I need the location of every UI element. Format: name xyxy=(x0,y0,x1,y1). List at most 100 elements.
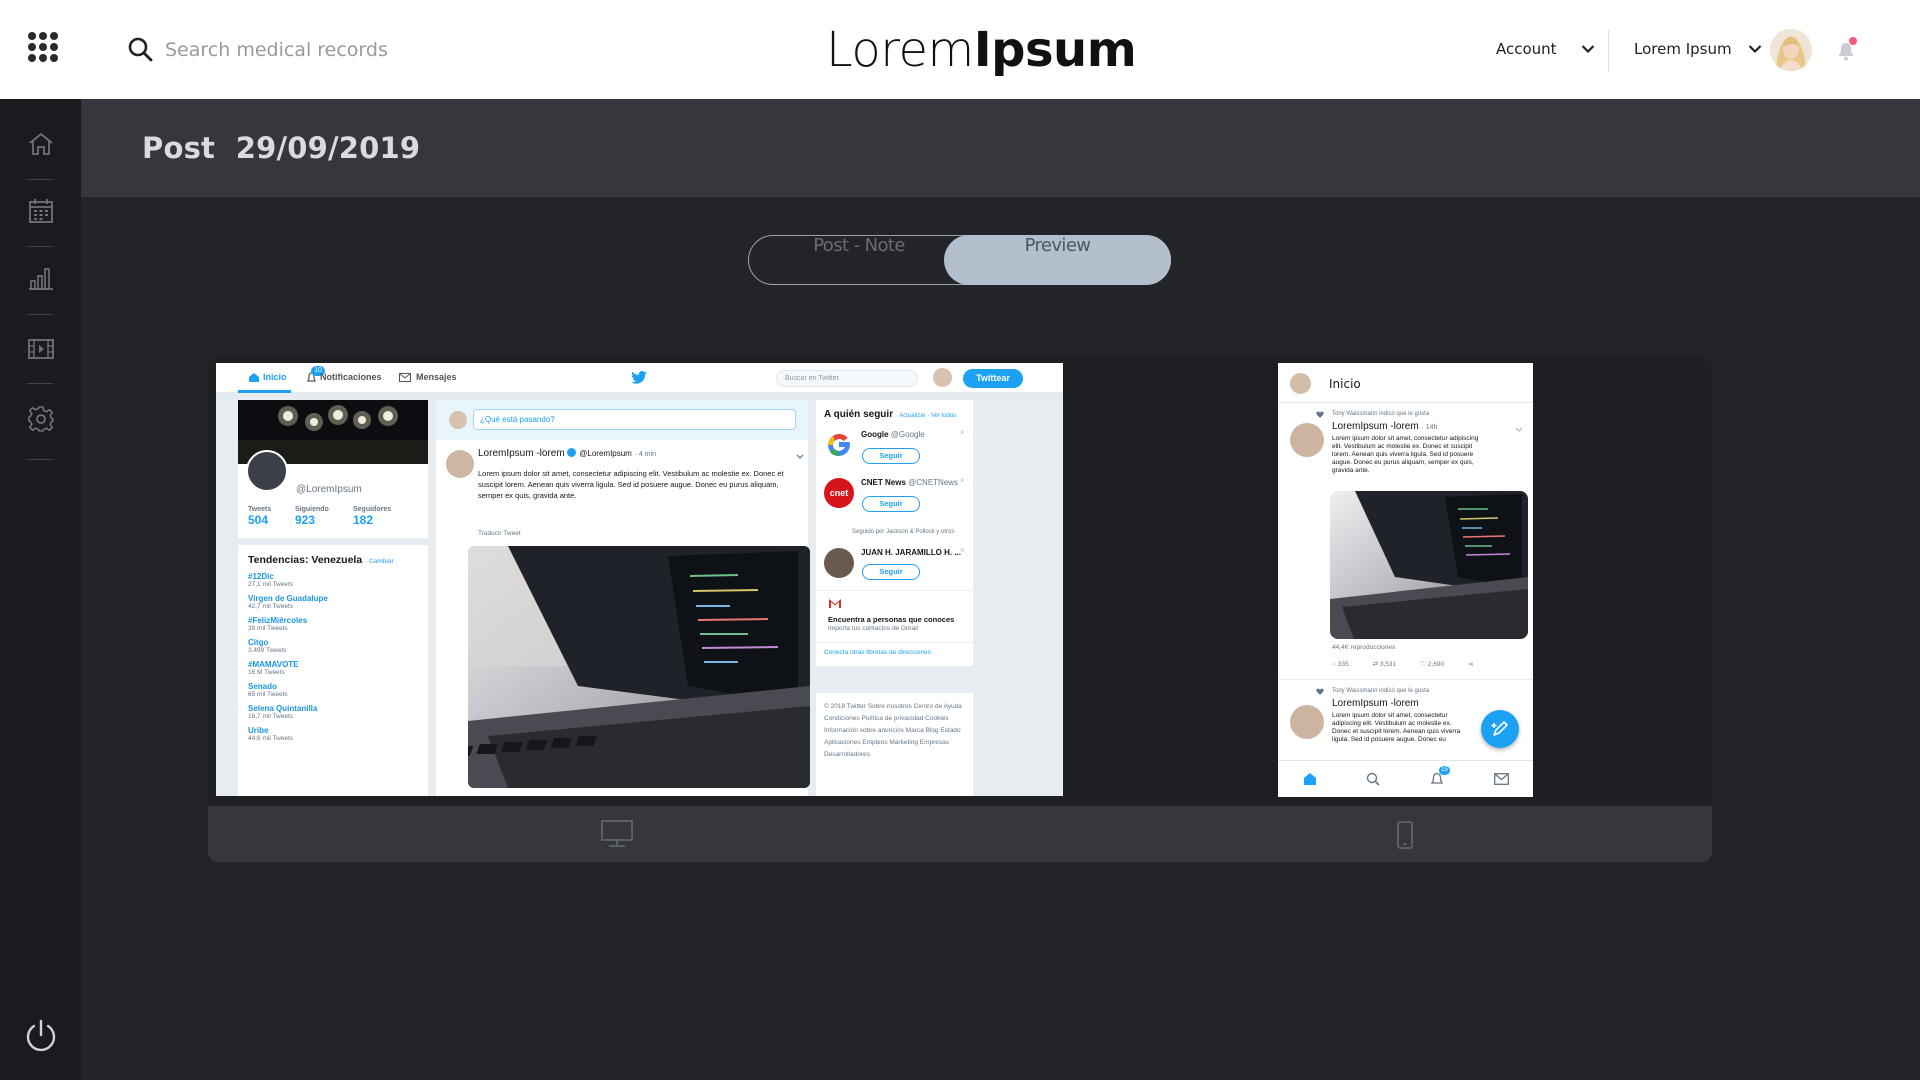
share-icon[interactable]: ⋖ xyxy=(1468,660,1473,668)
side-nav xyxy=(0,99,81,1080)
trend-item[interactable]: #12Dic 27,1 mil Tweets xyxy=(248,572,418,588)
compose-fab[interactable] xyxy=(1481,710,1519,748)
tw-compose-input[interactable]: ¿Qué está pasando? xyxy=(473,409,796,430)
tweet-author-avatar[interactable] xyxy=(1290,423,1324,457)
post-note-tab[interactable]: Post - Note xyxy=(749,235,969,285)
trend-item[interactable]: Selena Quintanilla 16,7 mil Tweets xyxy=(248,704,418,720)
trend-item[interactable]: Uribe 44,6 mil Tweets xyxy=(248,726,418,742)
trend-tag: #12Dic xyxy=(248,572,274,581)
trend-item[interactable]: #MAMAVOTE 16 M Tweets xyxy=(248,660,418,676)
desktop-icon[interactable] xyxy=(600,819,634,854)
tw-stat-followers[interactable]: Seguidores 182 xyxy=(353,506,391,527)
tweet-author-avatar[interactable] xyxy=(1290,705,1324,739)
connect-address-books-link[interactable]: Conecta otras libretas de direcciones xyxy=(824,649,931,656)
tw-home-underline xyxy=(238,390,291,393)
trend-item[interactable]: Senado 65 mil Tweets xyxy=(248,682,418,698)
user-dropdown[interactable]: Lorem Ipsum xyxy=(1634,40,1762,58)
follow-button[interactable]: Seguir xyxy=(862,448,920,464)
dismiss-icon[interactable]: × xyxy=(960,476,965,485)
app-logo[interactable]: LoremIpsum xyxy=(826,18,1137,81)
liked-by-text: Tony Waissmann indicó que le gusta xyxy=(1332,688,1430,694)
film-icon[interactable] xyxy=(26,334,56,364)
suggestion-name[interactable]: JUAN H. JARAMILLO H. ... xyxy=(861,548,961,557)
like-action[interactable]: ♡ 2,690 xyxy=(1420,660,1444,668)
home-icon[interactable] xyxy=(1303,772,1317,786)
nav-divider xyxy=(27,314,53,315)
tw-notifications-link[interactable]: Notificaciones xyxy=(320,372,382,382)
home-icon[interactable] xyxy=(26,129,56,159)
apps-grid-icon[interactable] xyxy=(28,32,58,62)
preview-tab[interactable]: Preview xyxy=(944,235,1171,285)
heart-icon xyxy=(1316,688,1324,695)
find-people-sub: Importa tus contactos de Gmail xyxy=(828,625,918,632)
tw-stat-following[interactable]: Siguiendo 923 xyxy=(295,506,329,527)
power-icon[interactable] xyxy=(24,1018,58,1059)
chevron-down-icon xyxy=(1581,45,1594,54)
nav-divider xyxy=(27,246,53,247)
views-count: 44,4K reproducciones xyxy=(1332,644,1396,651)
translate-tweet-link[interactable]: Traducir Tweet xyxy=(478,530,521,537)
notification-dot xyxy=(1849,37,1857,45)
tw-profile-handle[interactable]: @LoremIpsum xyxy=(296,484,362,495)
user-avatar[interactable] xyxy=(1770,29,1812,71)
trends-change-link[interactable]: · Cambiar xyxy=(365,558,394,565)
tweet-author-name[interactable]: LoremIpsum -lorem xyxy=(1332,421,1419,432)
search-input[interactable] xyxy=(165,36,505,64)
tweet-author-name[interactable]: LoremIpsum -lorem xyxy=(1332,698,1419,709)
follow-button[interactable]: Seguir xyxy=(862,496,920,512)
notifications-bell[interactable] xyxy=(1835,37,1857,67)
chevron-down-icon[interactable] xyxy=(796,454,804,460)
tweet-author-name[interactable]: LoremIpsum -lorem xyxy=(478,448,565,459)
tw-profile-avatar[interactable] xyxy=(246,450,288,492)
wtf-links[interactable]: · Actualizar · Ver todos xyxy=(896,413,956,419)
dismiss-icon[interactable]: × xyxy=(960,546,965,555)
stat-label: Tweets xyxy=(248,506,272,513)
tweet-text: Lorem ipsum dolor sit amet, consectetur … xyxy=(1332,712,1461,743)
reply-action[interactable]: ○ 335 xyxy=(1332,661,1349,668)
trend-item[interactable]: Virgen de Guadalupe 42,7 mil Tweets xyxy=(248,594,418,610)
follow-button[interactable]: Seguir xyxy=(862,564,920,580)
tweet-author-avatar[interactable] xyxy=(446,450,474,478)
retweet-action[interactable]: ⇄ 3,531 xyxy=(1373,660,1397,668)
tw-tweet-button[interactable]: Twittear xyxy=(963,369,1023,388)
view-toggle: Post - Note Preview xyxy=(748,235,1171,285)
search-icon[interactable] xyxy=(127,36,153,62)
mobile-tab-bar: 15 xyxy=(1278,760,1533,797)
suggestion-name[interactable]: CNET News xyxy=(861,478,906,487)
dismiss-icon[interactable]: × xyxy=(960,428,965,437)
trend-tag: Senado xyxy=(248,682,277,691)
suggestion-name[interactable]: Google xyxy=(861,430,889,439)
tw-footer-links[interactable]: © 2018 Twitter Sobre nosotros Centro de … xyxy=(816,693,973,796)
trend-item[interactable]: #FelizMiércoles 39 mil Tweets xyxy=(248,616,418,632)
trend-count: 42,7 mil Tweets xyxy=(248,603,294,610)
tw-avatar[interactable] xyxy=(933,368,952,387)
tw-stat-tweets[interactable]: Tweets 504 xyxy=(248,506,271,527)
mobile-avatar[interactable] xyxy=(1290,373,1311,394)
tw-search-input[interactable]: Buscar en Twitter xyxy=(776,370,918,387)
calendar-icon[interactable] xyxy=(26,196,56,226)
nav-divider xyxy=(27,179,53,180)
tw-find-people: Importa tus contactos de Gmail Conecta o… xyxy=(816,625,973,666)
settings-icon[interactable] xyxy=(26,404,56,434)
chevron-down-icon[interactable] xyxy=(1515,427,1523,433)
find-people-title[interactable]: Encuentra a personas que conoces xyxy=(828,615,954,624)
mobile-icon[interactable] xyxy=(1396,820,1414,855)
chevron-down-icon xyxy=(1748,45,1761,54)
tweet-time: · 4 min xyxy=(634,451,657,458)
top-bar: LoremIpsum Account Lorem Ipsum xyxy=(0,0,1920,99)
trend-tag: Selena Quintanilla xyxy=(248,704,318,713)
tw-home-link[interactable]: Inicio xyxy=(263,372,287,382)
account-dropdown[interactable]: Account xyxy=(1496,40,1595,58)
search-icon[interactable] xyxy=(1366,772,1380,786)
user-name-label: Lorem Ipsum xyxy=(1634,40,1732,58)
tweet-image-laptop[interactable] xyxy=(468,546,810,788)
tw-messages-link[interactable]: Mensajes xyxy=(416,372,457,382)
reply-icon: ○ xyxy=(1332,660,1336,668)
nav-divider xyxy=(27,383,53,384)
trend-item[interactable]: Citgo 3.499 Tweets xyxy=(248,638,418,654)
tweet-image-laptop[interactable] xyxy=(1330,491,1528,639)
bar-chart-icon[interactable] xyxy=(26,263,56,293)
mail-icon[interactable] xyxy=(1494,773,1509,785)
trend-count: 39 mil Tweets xyxy=(248,625,288,632)
stat-value: 923 xyxy=(295,513,316,527)
